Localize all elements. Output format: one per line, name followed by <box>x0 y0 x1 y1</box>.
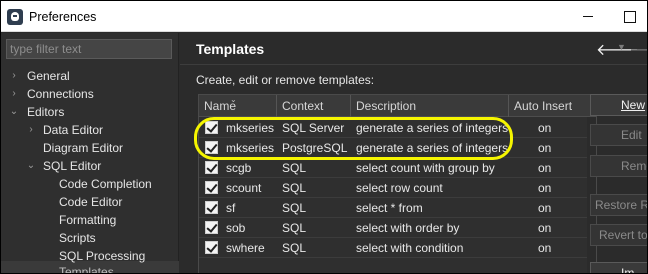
template-name: sob <box>226 221 246 235</box>
chevron-right-icon[interactable]: › <box>9 85 19 103</box>
column-header-context[interactable]: Context <box>277 95 351 117</box>
edit-button[interactable]: Edit <box>590 124 647 146</box>
table-row[interactable]: scgb SQL select count with group by on <box>199 158 596 178</box>
import-button[interactable]: Im <box>590 262 647 273</box>
chevron-down-icon[interactable]: ⌄ <box>26 157 36 175</box>
enabled-checkbox[interactable] <box>205 241 218 254</box>
enabled-checkbox[interactable] <box>205 201 218 214</box>
template-context: SQL <box>282 201 307 215</box>
column-header-name[interactable]: ⌄ Name <box>199 95 277 117</box>
table-row[interactable]: swhere SQL select with condition on <box>199 238 596 258</box>
table-row[interactable]: scount SQL select row count on <box>199 178 596 198</box>
restore-removed-button[interactable]: Restore Re <box>590 194 647 216</box>
template-auto-insert: on <box>538 181 552 195</box>
template-auto-insert: on <box>538 241 552 255</box>
template-description: select * from <box>356 201 423 215</box>
page-description: Create, edit or remove templates: <box>196 73 375 87</box>
template-context: SQL <box>282 221 307 235</box>
minimize-icon[interactable] <box>571 5 605 27</box>
remove-button[interactable]: Remo <box>590 155 647 177</box>
template-description: select row count <box>356 181 443 195</box>
forward-arrow-icon[interactable]: 🡒 <box>629 39 647 60</box>
template-auto-insert: on <box>538 201 552 215</box>
enabled-checkbox[interactable] <box>205 221 218 234</box>
table-row[interactable]: sob SQL select with order by on <box>199 218 596 238</box>
chevron-right-icon[interactable]: › <box>9 67 19 85</box>
tree-item-formatting[interactable]: Formatting <box>59 211 116 229</box>
chevron-down-icon[interactable]: ⌄ <box>9 103 19 121</box>
enabled-checkbox[interactable] <box>205 181 218 194</box>
template-name: sf <box>226 201 236 215</box>
template-name: scount <box>226 181 262 195</box>
tree-item-templates[interactable]: Templates <box>59 263 114 273</box>
tree-item-sql-editor[interactable]: SQL Editor <box>43 157 101 175</box>
table-row[interactable]: sf SQL select * from on <box>199 198 596 218</box>
template-auto-insert: on <box>538 141 552 155</box>
revert-to-default-button[interactable]: Revert to <box>590 224 647 246</box>
filter-input[interactable]: type filter text <box>6 39 172 59</box>
tree-item-editors[interactable]: Editors <box>27 103 64 121</box>
template-description: select count with group by <box>356 161 495 175</box>
app-icon <box>7 9 23 25</box>
title-bar: Preferences <box>1 1 647 32</box>
template-auto-insert: on <box>538 221 552 235</box>
tree-item-general[interactable]: General <box>27 67 70 85</box>
template-description: select with order by <box>356 221 460 235</box>
maximize-icon[interactable] <box>613 5 647 27</box>
page-title: Templates <box>196 41 265 57</box>
template-name: swhere <box>226 241 265 255</box>
sort-icon: ⌄ <box>230 95 237 104</box>
column-header-auto-insert[interactable]: Auto Insert <box>509 95 587 117</box>
tree-item-data-editor[interactable]: Data Editor <box>43 121 103 139</box>
preferences-tree-pane: type filter text › General › Connections… <box>1 33 179 273</box>
template-description: select with condition <box>356 241 464 255</box>
chevron-right-icon[interactable]: › <box>26 121 36 139</box>
template-auto-insert: on <box>538 161 552 175</box>
chevron-down-icon[interactable]: ▼ <box>617 42 626 52</box>
tree-item-scripts[interactable]: Scripts <box>59 229 96 247</box>
enabled-checkbox[interactable] <box>205 161 218 174</box>
template-context: SQL <box>282 241 307 255</box>
tree-item-connections[interactable]: Connections <box>27 85 94 103</box>
preferences-window: Preferences type filter text › General ›… <box>0 0 648 274</box>
template-context: SQL <box>282 161 307 175</box>
tree-item-code-completion[interactable]: Code Completion <box>59 175 152 193</box>
new-button[interactable]: New <box>590 94 647 116</box>
template-name: scgb <box>226 161 252 175</box>
window-title: Preferences <box>29 10 97 24</box>
template-auto-insert: on <box>538 121 552 135</box>
table-header: ⌄ Name Context Description Auto Insert <box>199 95 596 117</box>
page-header: Templates 🡐 ▼ 🡒 <box>180 33 647 65</box>
template-context: SQL <box>282 181 307 195</box>
tree-item-diagram-editor[interactable]: Diagram Editor <box>43 139 123 157</box>
column-header-description[interactable]: Description <box>351 95 509 117</box>
annotation-highlight <box>194 117 513 160</box>
tree-item-code-editor[interactable]: Code Editor <box>59 193 122 211</box>
